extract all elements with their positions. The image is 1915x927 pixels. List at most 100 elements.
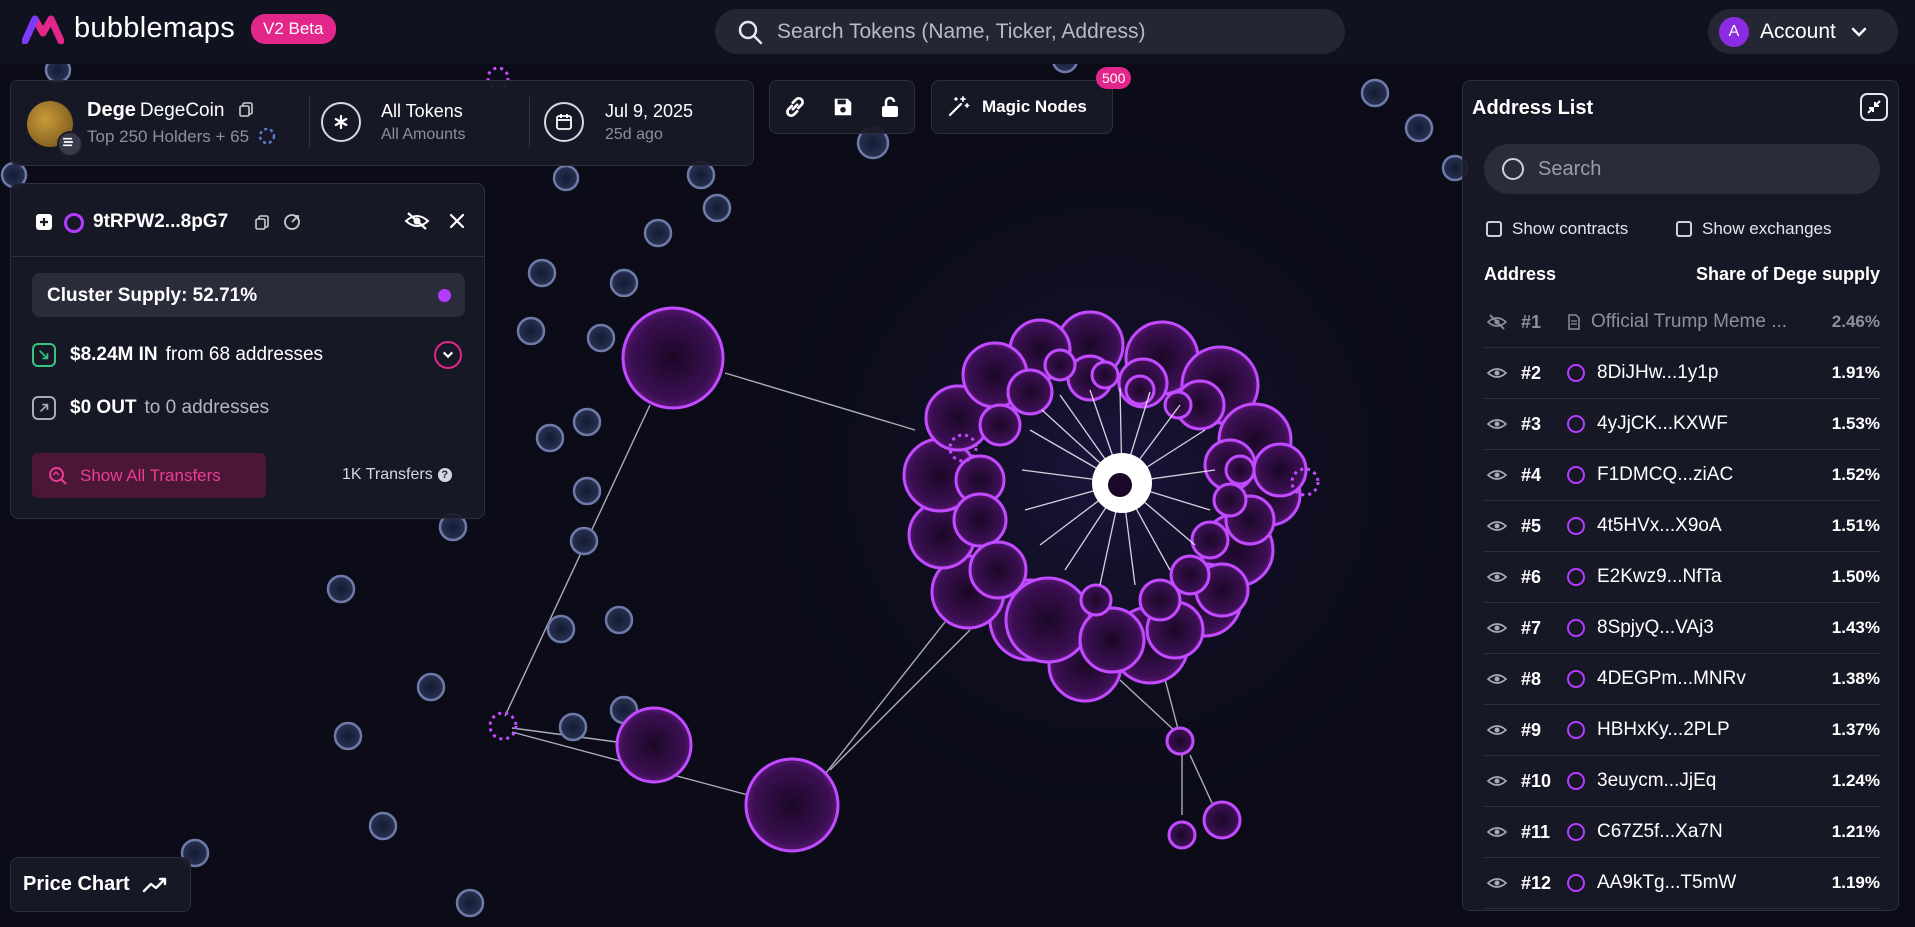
- token-symbol: Dege: [87, 99, 136, 121]
- transfer-count: 1K Transfers?: [342, 466, 452, 484]
- external-link-icon[interactable]: [283, 213, 301, 231]
- magic-nodes-button[interactable]: Magic Nodes: [931, 80, 1113, 134]
- address-row[interactable]: #7 8SpjyQ...VAj3 1.43%: [1484, 603, 1880, 654]
- outflow-row: $0 OUT to 0 addresses: [32, 396, 269, 420]
- account-menu[interactable]: A Account: [1708, 9, 1898, 54]
- address-row[interactable]: #1 Official Trump Meme ... 2.46%: [1484, 297, 1880, 348]
- outflow-to: to 0 addresses: [144, 397, 270, 418]
- eye-icon[interactable]: [1487, 569, 1507, 585]
- eye-icon[interactable]: [1487, 416, 1507, 432]
- avatar: A: [1719, 16, 1749, 47]
- document-icon: [1568, 314, 1580, 330]
- address-row[interactable]: #9 HBHxKy...2PLP 1.37%: [1484, 705, 1880, 756]
- address-ring-icon: [1567, 466, 1585, 484]
- solana-chain-icon: [57, 131, 83, 157]
- eye-icon[interactable]: [1487, 365, 1507, 381]
- map-tools: [769, 80, 915, 134]
- address-rank: #7: [1521, 617, 1542, 638]
- save-icon[interactable]: [832, 96, 854, 118]
- logo[interactable]: bubblemaps V2 Beta: [22, 12, 336, 45]
- address-ring-icon: [64, 213, 84, 233]
- address-ring-icon: [1567, 364, 1585, 382]
- filter-title[interactable]: All Tokens: [381, 101, 463, 122]
- copy-icon[interactable]: [254, 214, 270, 230]
- column-share[interactable]: Share of Dege supply: [1696, 264, 1880, 285]
- snapshot-date[interactable]: Jul 9, 2025: [605, 101, 693, 122]
- address-row[interactable]: #5 4t5HVx...X9oA 1.51%: [1484, 501, 1880, 552]
- checkbox-box[interactable]: [1676, 221, 1692, 237]
- address-share: 1.91%: [1831, 363, 1880, 382]
- plus-square-icon[interactable]: [35, 213, 53, 231]
- address-rank: #12: [1521, 872, 1552, 893]
- magic-nodes-label: Magic Nodes: [982, 97, 1087, 116]
- address-share: 1.19%: [1831, 873, 1880, 892]
- calendar-icon[interactable]: [544, 102, 584, 142]
- filter-subtitle: All Amounts: [381, 126, 466, 143]
- chevron-down-icon: [1851, 27, 1867, 37]
- loading-spinner-icon: [258, 127, 276, 145]
- column-address[interactable]: Address: [1484, 264, 1556, 285]
- address-ring-icon: [1567, 517, 1585, 535]
- expand-inflow-button[interactable]: [434, 341, 462, 369]
- address-rank: #4: [1521, 464, 1542, 485]
- address-name: 4yJjCK...KXWF: [1597, 413, 1728, 434]
- copy-icon[interactable]: [238, 101, 254, 117]
- help-icon[interactable]: ?: [437, 468, 452, 482]
- address-rank: #6: [1521, 566, 1542, 587]
- address-share: 1.52%: [1831, 465, 1880, 484]
- address-rank: #2: [1521, 362, 1542, 383]
- address-share: 1.21%: [1831, 822, 1880, 841]
- brand-name: bubblemaps: [74, 12, 235, 44]
- address-row[interactable]: #12 AA9kTg...T5mW 1.19%: [1484, 858, 1880, 909]
- address-row[interactable]: #2 8DiJHw...1y1p 1.91%: [1484, 348, 1880, 399]
- inflow-from: from 68 addresses: [165, 344, 324, 365]
- eye-icon[interactable]: [1487, 671, 1507, 687]
- eye-icon[interactable]: [1487, 875, 1507, 891]
- address-row[interactable]: #4 F1DMCQ...ziAC 1.52%: [1484, 450, 1880, 501]
- address-name: 4t5HVx...X9oA: [1597, 515, 1722, 536]
- address-row[interactable]: #10 3euycm...JjEq 1.24%: [1484, 756, 1880, 807]
- eye-icon[interactable]: [1487, 824, 1507, 840]
- cluster-header: 9tRPW2...8pG7: [11, 184, 484, 257]
- address-share: 1.37%: [1831, 720, 1880, 739]
- unlock-icon[interactable]: [878, 95, 902, 119]
- checkbox-box[interactable]: [1486, 221, 1502, 237]
- address-list-panel: Address List Show contracts Show exchang…: [1462, 80, 1899, 911]
- address-share: 2.46%: [1831, 312, 1880, 331]
- eye-icon[interactable]: [1487, 620, 1507, 636]
- eye-icon[interactable]: [1487, 773, 1507, 789]
- token-search-input[interactable]: [775, 18, 1345, 45]
- address-row[interactable]: #8 4DEGPm...MNRv 1.38%: [1484, 654, 1880, 705]
- address-ring-icon: [1567, 874, 1585, 892]
- eye-icon[interactable]: [1487, 518, 1507, 534]
- collapse-icon[interactable]: [1860, 93, 1888, 121]
- show-exchanges-checkbox[interactable]: Show exchanges: [1676, 219, 1831, 239]
- price-chart-button[interactable]: Price Chart: [10, 857, 191, 912]
- address-name: Official Trump Meme ...: [1591, 311, 1788, 332]
- top-bar: bubblemaps V2 Beta A Account: [0, 0, 1915, 64]
- show-all-transfers-label: Show All Transfers: [80, 465, 221, 485]
- address-share: 1.24%: [1831, 771, 1880, 790]
- eye-off-icon[interactable]: [1487, 314, 1507, 330]
- cluster-supply: Cluster Supply: 52.71%: [32, 273, 465, 317]
- token-title: Dege DegeCoin: [87, 99, 254, 122]
- all-tokens-icon[interactable]: [321, 102, 361, 142]
- address-name: 4DEGPm...MNRv: [1597, 668, 1746, 689]
- eye-icon[interactable]: [1487, 722, 1507, 738]
- address-row[interactable]: #11 C67Z5f...Xa7N 1.21%: [1484, 807, 1880, 858]
- address-rank: #5: [1521, 515, 1542, 536]
- close-icon[interactable]: [449, 213, 465, 229]
- address-search-input[interactable]: [1536, 156, 1880, 182]
- address-row[interactable]: #3 4yJjCK...KXWF 1.53%: [1484, 399, 1880, 450]
- show-contracts-checkbox[interactable]: Show contracts: [1486, 219, 1628, 239]
- eye-icon[interactable]: [1487, 467, 1507, 483]
- snapshot-age: 25d ago: [605, 126, 663, 143]
- cluster-supply-label: Cluster Supply: 52.71%: [47, 285, 258, 306]
- address-row[interactable]: #6 E2Kwz9...NfTa 1.50%: [1484, 552, 1880, 603]
- address-search[interactable]: [1484, 144, 1880, 194]
- eye-off-icon[interactable]: [404, 211, 430, 231]
- link-icon[interactable]: [782, 94, 808, 120]
- token-search[interactable]: [715, 9, 1345, 54]
- show-all-transfers-button[interactable]: Show All Transfers: [32, 453, 266, 498]
- holders-count[interactable]: Top 250 Holders + 65: [87, 127, 276, 147]
